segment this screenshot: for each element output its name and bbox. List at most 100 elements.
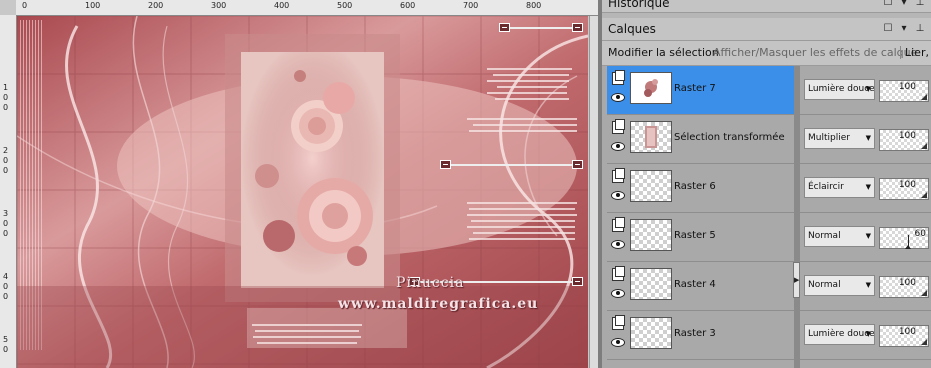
opacity-corner-icon [921, 290, 927, 296]
opacity-value: 60 [914, 229, 926, 239]
eye-icon[interactable] [611, 240, 625, 249]
layer-row[interactable]: Raster 6 [607, 164, 794, 213]
eye-icon[interactable] [611, 289, 625, 298]
calques-title: Calques [608, 22, 656, 36]
rose-thumbnail [644, 79, 658, 97]
minimize-icon[interactable]: ☐ [882, 23, 894, 34]
eye-icon[interactable] [611, 191, 625, 200]
pin-icon[interactable]: ⊥ [914, 0, 926, 8]
ruler-label: 0 [3, 103, 9, 112]
opacity-value: 100 [898, 278, 916, 288]
transform-handle[interactable] [440, 160, 451, 169]
layer-properties: Multiplier ▼ 100 [800, 115, 931, 164]
ruler-label: 5 [3, 335, 9, 344]
eye-icon[interactable] [611, 142, 625, 151]
layer-icon[interactable] [612, 70, 625, 85]
handle-line [443, 164, 579, 166]
layer-row[interactable]: Sélection transformée [607, 115, 794, 164]
layer-row[interactable]: Raster 3 [607, 311, 794, 360]
layer-name[interactable]: Raster 5 [674, 230, 716, 241]
layer-name[interactable]: Raster 4 [674, 279, 716, 290]
blend-mode-select[interactable]: Éclaircir ▼ [804, 177, 875, 198]
historique-title: Historique [608, 0, 670, 10]
dropdown-chevron-icon[interactable]: ▾ [898, 23, 910, 34]
ruler-label: 600 [400, 1, 416, 10]
selection-thumbnail [645, 126, 657, 148]
layers-properties-column: Lumière douce ▼ 100 Multiplier ▼ 100 Éclai… [800, 66, 931, 368]
artwork-image [17, 16, 588, 368]
toggle-layer-effects-button[interactable]: Afficher/Masquer les effets de calque [713, 46, 917, 59]
layers-toolbar: Modifier la sélection Afficher/Masquer l… [602, 41, 931, 66]
ruler-label: 700 [463, 1, 479, 10]
layer-name[interactable]: Sélection transformée [674, 132, 785, 143]
layer-name[interactable]: Raster 7 [674, 83, 716, 94]
dropdown-chevron-icon: ▼ [865, 134, 871, 142]
layer-row[interactable]: Raster 4 [607, 262, 794, 311]
layer-thumbnail [630, 72, 672, 104]
dropdown-chevron-icon: ▼ [865, 232, 871, 240]
transform-handle[interactable] [572, 160, 583, 169]
link-button[interactable]: Lier, [900, 46, 929, 59]
layer-icon[interactable] [612, 266, 625, 281]
transform-handle[interactable] [499, 23, 510, 32]
historique-panel-header[interactable]: Historique ☐ ▾ ⊥ [602, 0, 931, 13]
blend-mode-select[interactable]: Multiplier ▼ [804, 128, 875, 149]
opacity-value: 100 [898, 180, 916, 190]
transform-handle[interactable] [572, 23, 583, 32]
ruler-label: 4 [3, 272, 9, 281]
watermark-url: www.maldiregrafica.eu [338, 296, 539, 312]
collapse-arrow-icon[interactable]: ▶ [793, 262, 800, 298]
opacity-slider[interactable]: 100 [879, 325, 929, 347]
opacity-slider[interactable]: 100 [879, 276, 929, 298]
layers-names-column: Raster 7 Sélection transformée Raster 6 [607, 66, 794, 368]
layers-list: Raster 7 Sélection transformée Raster 6 [602, 66, 931, 368]
transform-handle[interactable] [572, 277, 583, 286]
dropdown-chevron-icon[interactable]: ▾ [898, 0, 910, 8]
opacity-slider[interactable]: 100 [879, 80, 929, 102]
opacity-slider[interactable]: 60 [879, 227, 929, 249]
layer-thumbnail [630, 121, 672, 153]
minimize-icon[interactable]: ☐ [882, 0, 894, 8]
ruler-label: 800 [526, 1, 542, 10]
opacity-slider[interactable]: 100 [879, 178, 929, 200]
opacity-value: 100 [898, 327, 916, 337]
blend-mode-select[interactable]: Lumière douce ▼ [804, 324, 875, 345]
canvas-area: 0 100 200 300 400 500 600 700 800 1 0 0 … [0, 0, 599, 368]
eye-icon[interactable] [611, 338, 625, 347]
watermark-name: Pinuccia [396, 275, 465, 291]
opacity-marker-icon[interactable] [905, 235, 911, 249]
ruler-label: 0 [3, 93, 9, 102]
layer-name[interactable]: Raster 6 [674, 181, 716, 192]
opacity-value: 100 [898, 82, 916, 92]
dropdown-chevron-icon: ▼ [865, 330, 871, 338]
ruler-label: 400 [274, 1, 290, 10]
pin-icon[interactable]: ⊥ [914, 23, 926, 34]
layer-properties: Éclaircir ▼ 100 [800, 164, 931, 213]
layer-row[interactable]: Raster 5 [607, 213, 794, 262]
ruler-label: 0 [3, 219, 9, 228]
layer-row[interactable]: Raster 7 [607, 66, 794, 115]
layer-icon[interactable] [612, 315, 625, 330]
handle-line [504, 27, 579, 29]
layer-thumbnail [630, 219, 672, 251]
blend-mode-value: Éclaircir [808, 182, 844, 192]
modify-selection-button[interactable]: Modifier la sélection [608, 46, 719, 59]
opacity-slider[interactable]: 100 [879, 129, 929, 151]
layer-icon[interactable] [612, 217, 625, 232]
layer-icon[interactable] [612, 168, 625, 183]
eye-icon[interactable] [611, 93, 625, 102]
layer-properties: Normal ▼ 60 [800, 213, 931, 262]
ruler-label: 0 [3, 229, 9, 238]
layer-name[interactable]: Raster 3 [674, 328, 716, 339]
blend-mode-select[interactable]: Normal ▼ [804, 226, 875, 247]
dropdown-chevron-icon: ▼ [865, 183, 871, 191]
layer-thumbnail [630, 317, 672, 349]
ruler-label: 3 [3, 209, 9, 218]
image-canvas[interactable] [17, 16, 588, 368]
blend-mode-select[interactable]: Lumière douce ▼ [804, 79, 875, 100]
opacity-corner-icon [921, 143, 927, 149]
ruler-label: 200 [148, 1, 164, 10]
blend-mode-select[interactable]: Normal ▼ [804, 275, 875, 296]
layer-icon[interactable] [612, 119, 625, 134]
calques-panel-header[interactable]: Calques ☐ ▾ ⊥ [602, 18, 931, 41]
